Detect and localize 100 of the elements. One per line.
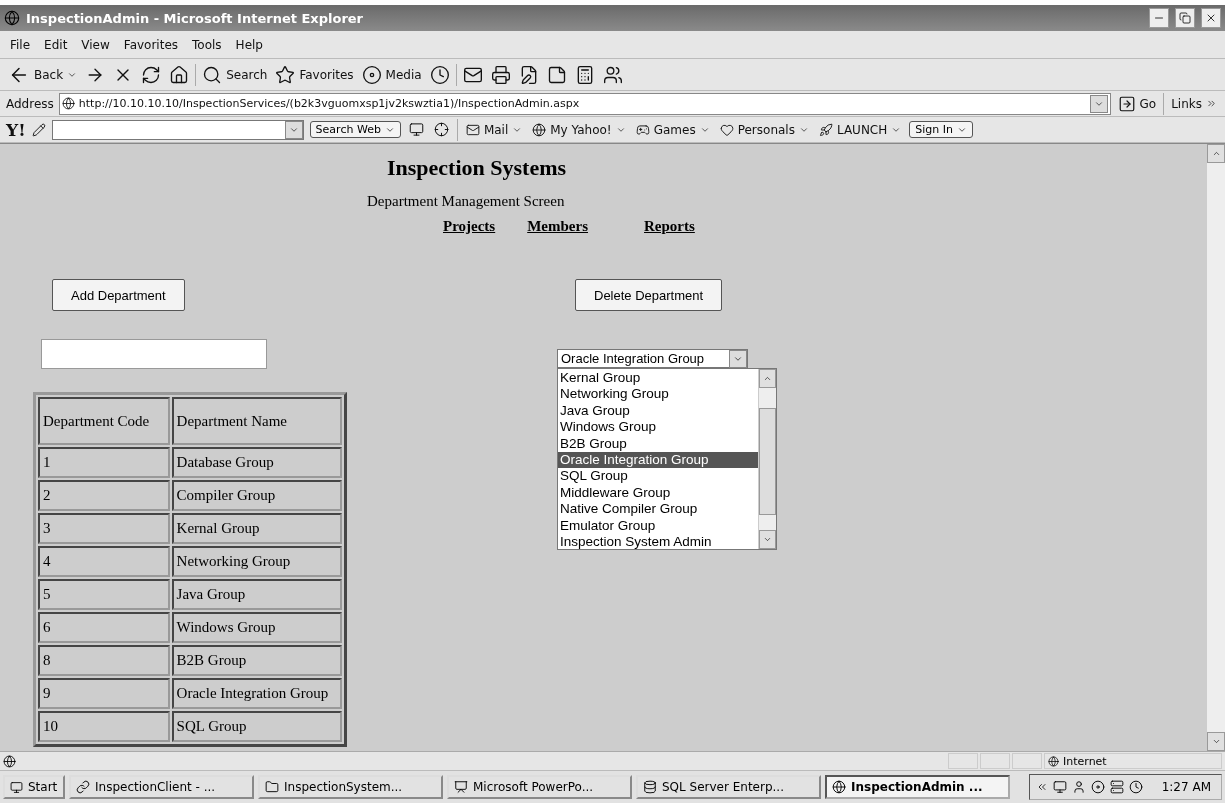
toolbar-link[interactable]: Games	[633, 120, 712, 139]
list-option[interactable]: Networking Group	[558, 386, 758, 403]
menu-item[interactable]: Edit	[40, 35, 72, 54]
window-icon	[408, 122, 424, 137]
table-cell: Kernal Group	[171, 513, 342, 544]
zone-panel: Internet	[1044, 753, 1222, 769]
taskbar-button[interactable]: InspectionClient - ...	[69, 775, 254, 799]
browser-icon	[832, 780, 846, 794]
list-option[interactable]: Windows Group	[558, 419, 758, 436]
list-option[interactable]: Emulator Group	[558, 517, 758, 535]
star-icon	[275, 64, 296, 85]
start-button[interactable]: Start	[3, 775, 65, 799]
menu-item[interactable]: Tools	[188, 35, 226, 54]
yahoo-logo[interactable]: Y!	[6, 119, 26, 140]
taskbar-button[interactable]: Microsoft PowerPo...	[447, 775, 632, 799]
toolbar-link[interactable]: Mail	[463, 120, 525, 139]
heart-icon	[719, 122, 734, 137]
clock: 1:27 AM	[1161, 780, 1211, 794]
table-cell: 6	[38, 612, 170, 643]
pencil-icon	[31, 122, 46, 137]
database-icon	[643, 780, 657, 794]
list-option[interactable]: Kernal Group	[558, 370, 758, 387]
dropdown-button[interactable]	[1089, 94, 1108, 113]
page-icon	[61, 97, 75, 110]
table-cell: SQL Group	[171, 711, 342, 742]
table-cell: Java Group	[171, 579, 342, 610]
taskbar-button[interactable]: InspectionSystem...	[258, 775, 443, 799]
back-button[interactable]: Back	[6, 61, 80, 88]
minimize-button[interactable]	[1149, 8, 1169, 28]
globe-icon	[532, 122, 547, 137]
add-department-button[interactable]: Add Department	[52, 279, 185, 311]
link-icon	[76, 780, 90, 794]
search-icon	[202, 64, 223, 85]
table-cell: 10	[38, 711, 170, 742]
scrollbar[interactable]	[758, 369, 776, 549]
dropdown-button[interactable]	[284, 120, 303, 139]
menu-item[interactable]: View	[77, 35, 114, 54]
list-option[interactable]: B2B Group	[558, 435, 758, 453]
search-web-button[interactable]: Search Web	[309, 121, 401, 138]
sign-in-button[interactable]: Sign In	[909, 121, 973, 138]
status-pane	[1012, 753, 1042, 769]
list-option[interactable]: Oracle Integration Group	[558, 452, 758, 469]
media-button[interactable]: Media	[359, 62, 424, 87]
nav-link[interactable]: Members	[527, 218, 588, 235]
disc-icon	[361, 64, 382, 85]
list-option[interactable]: Inspection System Admin	[558, 534, 758, 551]
table-cell: Windows Group	[171, 612, 342, 643]
go-button[interactable]: Go	[1115, 92, 1159, 115]
table-cell: 1	[38, 447, 170, 478]
column-header: Department Code	[38, 397, 170, 445]
address-field[interactable]: http://10.10.10.10/InspectionServices/(b2k3vguomxsp1jv2kswztia1)/InspectionAdmin.aspx	[58, 92, 1111, 115]
toolbar-link[interactable]: Personals	[717, 120, 811, 139]
nav-link[interactable]: Projects	[443, 218, 496, 235]
restore-button[interactable]	[1175, 8, 1195, 28]
favorites-button[interactable]: Favorites	[273, 62, 356, 87]
status-pane	[980, 753, 1010, 769]
table-cell: Networking Group	[171, 546, 342, 577]
toolbar-link[interactable]: My Yahoo!	[530, 120, 628, 139]
department-dropdown[interactable]: Oracle Integration Group	[557, 349, 748, 368]
user-icon	[1071, 780, 1086, 794]
page-icon	[3, 754, 16, 768]
browser-icon	[4, 10, 20, 26]
gamepad-icon	[635, 122, 650, 137]
slides-icon	[454, 780, 468, 794]
note-icon	[546, 64, 567, 85]
list-option[interactable]: Java Group	[558, 402, 758, 420]
list-option[interactable]: SQL Group	[558, 468, 758, 485]
server-icon	[1109, 780, 1124, 794]
window-title: InspectionAdmin - Microsoft Internet Explorer	[26, 10, 365, 26]
list-option[interactable]: Middleware Group	[558, 484, 758, 502]
table-cell: 3	[38, 513, 170, 544]
table-cell: 9	[38, 678, 170, 709]
printer-icon	[490, 64, 511, 85]
search-field[interactable]	[51, 119, 304, 140]
page-subtitle: Department Management Screen	[367, 193, 566, 210]
list-option[interactable]: Native Compiler Group	[558, 501, 758, 518]
department-listbox[interactable]: Kernal Group Networking Group Java Group Windows Group B2B Group Oracle Integration Group SQL Group Middleware Group Native Compiler Group Emulator Group Inspection System Admin	[557, 368, 777, 550]
toolbar-link[interactable]: LAUNCH	[816, 120, 904, 139]
restore-icon	[1179, 12, 1191, 24]
delete-department-button[interactable]: Delete Department	[575, 279, 723, 311]
envelope-icon	[465, 122, 480, 137]
refresh-icon	[141, 64, 162, 85]
table-cell: 2	[38, 480, 170, 511]
table-cell: Compiler Group	[171, 480, 342, 511]
nav-link[interactable]: Reports	[644, 218, 695, 235]
search-button[interactable]: Search	[200, 62, 270, 87]
menu-item[interactable]: Favorites	[119, 35, 183, 54]
disc-icon	[1090, 780, 1105, 794]
taskbar-button[interactable]: SQL Server Enterp...	[636, 775, 821, 799]
taskbar-button[interactable]: InspectionAdmin ...	[825, 775, 1010, 799]
menu-item[interactable]: File	[6, 35, 35, 54]
department-name-input[interactable]	[41, 339, 267, 369]
close-icon	[1205, 12, 1217, 24]
folder-icon	[265, 780, 279, 794]
close-button[interactable]	[1201, 8, 1221, 28]
links-button[interactable]: Links	[1169, 94, 1219, 113]
table-cell: Oracle Integration Group	[171, 678, 342, 709]
menu-item[interactable]: Help	[231, 35, 267, 54]
table-cell: 4	[38, 546, 170, 577]
page-scrollbar[interactable]	[1207, 144, 1225, 751]
